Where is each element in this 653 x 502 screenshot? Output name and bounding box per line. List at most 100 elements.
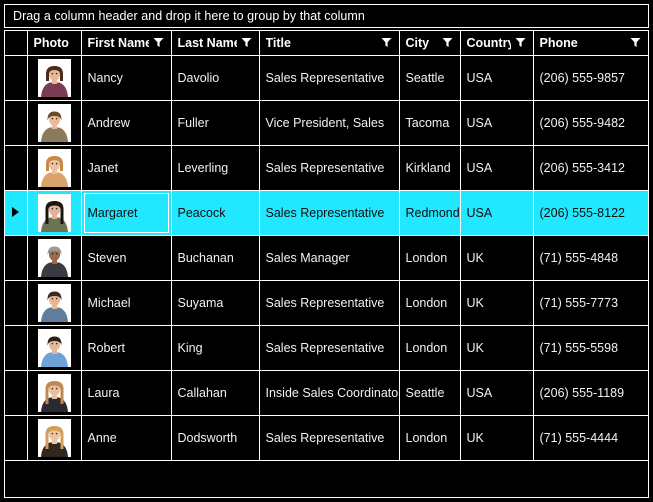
cell-photo[interactable]	[27, 280, 82, 326]
cell-photo[interactable]	[27, 370, 82, 416]
row-indicator-cell[interactable]	[5, 235, 28, 281]
cell-first_name[interactable]: Anne	[81, 415, 172, 461]
column-header-indicator[interactable]	[5, 31, 28, 56]
column-header-photo[interactable]: Photo	[27, 31, 82, 56]
cell-city[interactable]: Redmond	[399, 190, 461, 236]
filter-funnel-icon[interactable]	[442, 37, 453, 48]
cell-text-phone: (206) 555-9482	[539, 115, 625, 130]
row-indicator-cell[interactable]	[5, 145, 28, 191]
cell-last_name[interactable]: Callahan	[171, 370, 260, 416]
column-header-label-country: Country	[466, 35, 511, 50]
cell-phone[interactable]: (71) 555-5598	[533, 325, 648, 371]
cell-country[interactable]: UK	[460, 235, 534, 281]
cell-text-last_name: King	[177, 340, 203, 355]
cell-country[interactable]: UK	[460, 325, 534, 371]
cell-photo[interactable]	[27, 235, 82, 281]
cell-title[interactable]: Vice President, Sales	[259, 100, 400, 146]
cell-first_name[interactable]: Nancy	[81, 55, 172, 101]
cell-title[interactable]: Inside Sales Coordinator	[259, 370, 400, 416]
cell-title[interactable]: Sales Representative	[259, 415, 400, 461]
cell-title[interactable]: Sales Representative	[259, 190, 400, 236]
cell-phone[interactable]: (71) 555-7773	[533, 280, 648, 326]
cell-city[interactable]: London	[399, 325, 461, 371]
cell-first_name[interactable]: Margaret	[81, 190, 172, 236]
row-indicator-cell[interactable]	[5, 55, 28, 101]
cell-photo[interactable]	[27, 100, 82, 146]
cell-title[interactable]: Sales Representative	[259, 280, 400, 326]
cell-first_name[interactable]: Steven	[81, 235, 172, 281]
column-header-city[interactable]: City	[399, 31, 461, 56]
column-header-first_name[interactable]: First Name	[81, 31, 172, 56]
row-indicator-cell[interactable]	[5, 190, 28, 236]
cell-city[interactable]: Seattle	[399, 370, 461, 416]
row-indicator-cell[interactable]	[5, 280, 28, 326]
cell-country[interactable]: USA	[460, 370, 534, 416]
cell-city[interactable]: London	[399, 280, 461, 326]
cell-last_name[interactable]: Dodsworth	[171, 415, 260, 461]
row-indicator-cell[interactable]	[5, 370, 28, 416]
cell-last_name[interactable]: Leverling	[171, 145, 260, 191]
filter-funnel-icon[interactable]	[381, 37, 392, 48]
cell-city[interactable]: Tacoma	[399, 100, 461, 146]
cell-country[interactable]: USA	[460, 145, 534, 191]
cell-country[interactable]: UK	[460, 280, 534, 326]
cell-last_name[interactable]: Buchanan	[171, 235, 260, 281]
table-row[interactable]: Janet Leverling Sales Representative Kirkla…	[5, 145, 648, 191]
column-header-last_name[interactable]: Last Name	[171, 31, 260, 56]
cell-city[interactable]: London	[399, 235, 461, 281]
table-row[interactable]: Anne Dodsworth Sales Representative London U…	[5, 415, 648, 461]
cell-phone[interactable]: (206) 555-1189	[533, 370, 648, 416]
cell-last_name[interactable]: Davolio	[171, 55, 260, 101]
cell-first_name[interactable]: Michael	[81, 280, 172, 326]
cell-country[interactable]: USA	[460, 55, 534, 101]
cell-photo[interactable]	[27, 325, 82, 371]
cell-phone[interactable]: (71) 555-4848	[533, 235, 648, 281]
column-header-title[interactable]: Title	[259, 31, 400, 56]
row-indicator-cell[interactable]	[5, 415, 28, 461]
cell-first_name[interactable]: Robert	[81, 325, 172, 371]
column-header-phone[interactable]: Phone	[533, 31, 648, 56]
group-by-panel[interactable]: Drag a column header and drop it here to…	[4, 4, 649, 28]
table-row[interactable]: Laura Callahan Inside Sales Coordinator Sea…	[5, 370, 648, 416]
cell-country[interactable]: UK	[460, 415, 534, 461]
filter-funnel-icon[interactable]	[153, 37, 164, 48]
cell-title[interactable]: Sales Manager	[259, 235, 400, 281]
filter-funnel-icon[interactable]	[515, 37, 526, 48]
cell-first_name[interactable]: Andrew	[81, 100, 172, 146]
cell-phone[interactable]: (206) 555-3412	[533, 145, 648, 191]
table-row[interactable]: Andrew Fuller Vice President, Sales Tacoma U…	[5, 100, 648, 146]
cell-country[interactable]: USA	[460, 100, 534, 146]
cell-phone[interactable]: (71) 555-4444	[533, 415, 648, 461]
cell-last_name[interactable]: Fuller	[171, 100, 260, 146]
cell-last_name[interactable]: Peacock	[171, 190, 260, 236]
table-row[interactable]: Robert King Sales Representative London UK (7…	[5, 325, 648, 371]
filter-funnel-icon[interactable]	[630, 37, 641, 48]
cell-city[interactable]: Seattle	[399, 55, 461, 101]
cell-country[interactable]: USA	[460, 190, 534, 236]
cell-phone[interactable]: (206) 555-9482	[533, 100, 648, 146]
cell-phone[interactable]: (206) 555-9857	[533, 55, 648, 101]
row-indicator-cell[interactable]	[5, 100, 28, 146]
cell-first_name[interactable]: Janet	[81, 145, 172, 191]
row-indicator-cell[interactable]	[5, 325, 28, 371]
table-row[interactable]: Steven Buchanan Sales Manager London UK (71) …	[5, 235, 648, 281]
filter-funnel-icon[interactable]	[241, 37, 252, 48]
cell-city[interactable]: London	[399, 415, 461, 461]
cell-photo[interactable]	[27, 190, 82, 236]
cell-photo[interactable]	[27, 145, 82, 191]
cell-last_name[interactable]: Suyama	[171, 280, 260, 326]
column-header-country[interactable]: Country	[460, 31, 534, 56]
cell-first_name[interactable]: Laura	[81, 370, 172, 416]
table-row[interactable]: Nancy Davolio Sales Representative Seattle U…	[5, 55, 648, 101]
cell-title[interactable]: Sales Representative	[259, 55, 400, 101]
cell-last_name[interactable]: King	[171, 325, 260, 371]
cell-photo[interactable]	[27, 415, 82, 461]
cell-phone[interactable]: (206) 555-8122	[533, 190, 648, 236]
cell-text-phone: (206) 555-1189	[539, 385, 625, 400]
cell-photo[interactable]	[27, 55, 82, 101]
cell-city[interactable]: Kirkland	[399, 145, 461, 191]
cell-title[interactable]: Sales Representative	[259, 145, 400, 191]
table-row[interactable]: Michael Suyama Sales Representative London U…	[5, 280, 648, 326]
cell-title[interactable]: Sales Representative	[259, 325, 400, 371]
table-row[interactable]: Margaret Peacock Sales Representative Redmo…	[5, 190, 648, 236]
